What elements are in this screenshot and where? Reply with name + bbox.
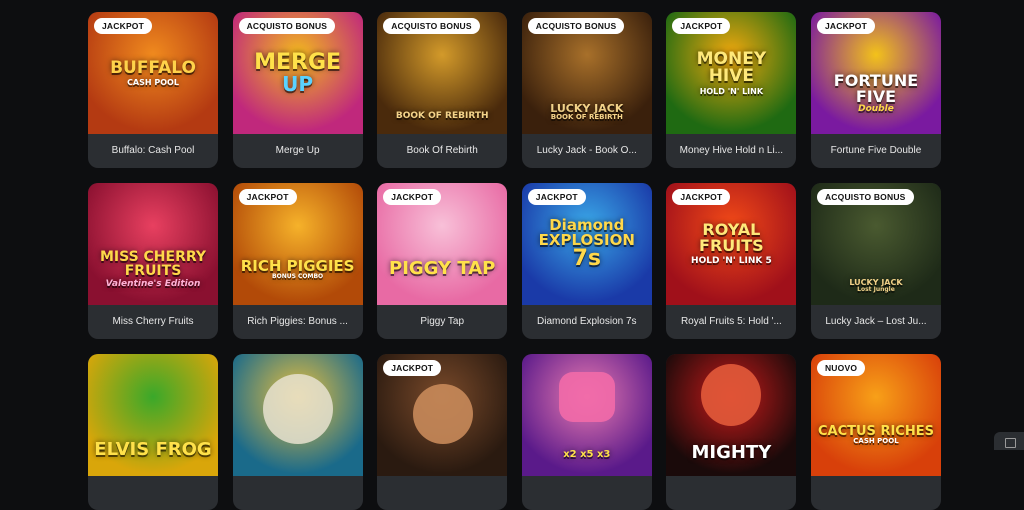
game-card[interactable]: JACKPOT ROYAL FRUITS HOLD 'N' LINK 5 Roy… (666, 183, 797, 339)
game-card[interactable]: NUOVO CACTUS RICHES CASH POOL (810, 354, 941, 510)
game-thumbnail[interactable]: JACKPOT ROYAL FRUITS HOLD 'N' LINK 5 (666, 183, 797, 305)
jackpot-badge: JACKPOT (383, 360, 442, 376)
game-name[interactable]: Book Of Rebirth (377, 134, 507, 168)
game-name[interactable]: Merge Up (233, 134, 363, 168)
game-name[interactable]: Money Hive Hold n Li... (666, 134, 796, 168)
game-name[interactable]: Buffalo: Cash Pool (88, 134, 218, 168)
game-thumbnail[interactable]: ACQUISTO BONUS MERGE UP (232, 12, 363, 134)
game-card[interactable]: MISS CHERRY FRUITS Valentine's Edition M… (88, 183, 218, 339)
game-art-title: FORTUNE FIVE Double (833, 70, 919, 114)
game-art-title: MIGHTY (691, 442, 772, 463)
game-card[interactable]: JACKPOT Diamond EXPLOSION 7s Diamond Exp… (521, 183, 652, 339)
game-art-title: BUFFALO CASH POOL (110, 57, 196, 87)
game-card[interactable]: ACQUISTO BONUS MERGE UP Merge Up (232, 12, 363, 168)
game-thumbnail[interactable]: JACKPOT BUFFALO CASH POOL (88, 12, 218, 134)
game-name[interactable]: Lucky Jack - Book O... (522, 134, 652, 168)
character-silhouette (701, 364, 762, 426)
game-art-title: BOOK OF REBIRTH (395, 110, 489, 121)
game-thumbnail[interactable]: JACKPOT PIGGY TAP (377, 183, 508, 305)
game-thumbnail[interactable] (232, 354, 363, 476)
character-silhouette (413, 384, 474, 444)
game-name[interactable]: Piggy Tap (377, 305, 507, 339)
game-art-title: CACTUS RICHES CASH POOL (817, 424, 934, 445)
game-card[interactable]: JACKPOT FORTUNE FIVE Double Fortune Five… (810, 12, 941, 168)
chat-icon (1005, 438, 1016, 448)
jackpot-badge: JACKPOT (672, 18, 731, 34)
game-card[interactable]: MIGHTY (666, 354, 797, 510)
game-name[interactable]: Royal Fruits 5: Hold '... (666, 305, 796, 339)
game-card[interactable]: JACKPOT RICH PIGGIES BONUS COMBO Rich Pi… (232, 183, 363, 339)
game-thumbnail[interactable]: ELVIS FROG (88, 354, 218, 476)
game-name[interactable]: Miss Cherry Fruits (88, 305, 218, 339)
game-card[interactable]: ACQUISTO BONUS BOOK OF REBIRTH Book Of R… (377, 12, 508, 168)
game-name[interactable]: Rich Piggies: Bonus ... (233, 305, 363, 339)
game-card[interactable]: ACQUISTO BONUS LUCKY JACK Lost Jungle Lu… (810, 183, 941, 339)
games-grid: JACKPOT BUFFALO CASH POOL Buffalo: Cash … (88, 12, 941, 510)
jackpot-badge: JACKPOT (672, 189, 731, 205)
game-card[interactable] (232, 354, 363, 510)
game-art-title: MONEY HIVE HOLD 'N' LINK (696, 48, 767, 96)
jackpot-badge: JACKPOT (238, 189, 297, 205)
jar-graphic (558, 372, 615, 422)
game-art-title: MERGE UP (254, 50, 342, 96)
new-badge: NUOVO (816, 360, 866, 376)
game-thumbnail[interactable]: JACKPOT RICH PIGGIES BONUS COMBO (232, 183, 363, 305)
game-art-title: ELVIS FROG (94, 439, 212, 460)
game-card[interactable]: JACKPOT MONEY HIVE HOLD 'N' LINK Money H… (666, 12, 797, 168)
game-thumbnail[interactable]: ACQUISTO BONUS LUCKY JACK Lost Jungle (810, 183, 941, 305)
jackpot-badge: JACKPOT (816, 18, 875, 34)
character-silhouette (262, 374, 333, 444)
game-thumbnail[interactable]: ACQUISTO BONUS LUCKY JACK BOOK OF REBIRT… (521, 12, 652, 134)
bonus-buy-badge: ACQUISTO BONUS (383, 18, 480, 34)
game-card[interactable]: JACKPOT PIGGY TAP Piggy Tap (377, 183, 508, 339)
jackpot-badge: JACKPOT (94, 18, 153, 34)
game-art-title: LUCKY JACK Lost Jungle (849, 278, 903, 293)
game-art-title: Diamond EXPLOSION 7s (538, 216, 635, 271)
game-card[interactable]: JACKPOT (377, 354, 508, 510)
game-card[interactable]: ACQUISTO BONUS LUCKY JACK BOOK OF REBIRT… (521, 12, 652, 168)
game-art-title: x2 x5 x3 (563, 449, 611, 460)
game-thumbnail[interactable]: NUOVO CACTUS RICHES CASH POOL (810, 354, 941, 476)
chat-widget-button[interactable] (994, 432, 1024, 450)
bonus-buy-badge: ACQUISTO BONUS (238, 18, 336, 34)
game-thumbnail[interactable]: JACKPOT Diamond EXPLOSION 7s (521, 183, 652, 305)
game-card[interactable]: ELVIS FROG (88, 354, 218, 510)
game-thumbnail[interactable]: JACKPOT FORTUNE FIVE Double (810, 12, 941, 134)
game-name[interactable]: Fortune Five Double (811, 134, 941, 168)
game-thumbnail[interactable]: JACKPOT (377, 354, 508, 476)
game-name[interactable]: Diamond Explosion 7s (522, 305, 652, 339)
game-thumbnail[interactable]: MISS CHERRY FRUITS Valentine's Edition (88, 183, 218, 305)
game-art-title: ROYAL FRUITS HOLD 'N' LINK 5 (691, 220, 772, 266)
game-thumbnail[interactable]: MIGHTY (666, 354, 797, 476)
game-name[interactable]: Lucky Jack – Lost Ju... (811, 305, 941, 339)
bonus-buy-badge: ACQUISTO BONUS (527, 18, 625, 34)
game-thumbnail[interactable]: x2 x5 x3 (521, 354, 652, 476)
game-thumbnail[interactable]: JACKPOT MONEY HIVE HOLD 'N' LINK (666, 12, 797, 134)
game-art-title: LUCKY JACK BOOK OF REBIRTH (550, 102, 624, 121)
game-art-title: PIGGY TAP (389, 258, 496, 279)
bonus-buy-badge: ACQUISTO BONUS (816, 189, 914, 205)
game-card[interactable]: x2 x5 x3 (521, 354, 652, 510)
game-art-title: MISS CHERRY FRUITS Valentine's Edition (99, 248, 207, 289)
game-thumbnail[interactable]: ACQUISTO BONUS BOOK OF REBIRTH (377, 12, 508, 134)
jackpot-badge: JACKPOT (383, 189, 442, 205)
game-art-title: RICH PIGGIES BONUS COMBO (240, 256, 355, 280)
game-card[interactable]: JACKPOT BUFFALO CASH POOL Buffalo: Cash … (88, 12, 218, 168)
jackpot-badge: JACKPOT (527, 189, 586, 205)
